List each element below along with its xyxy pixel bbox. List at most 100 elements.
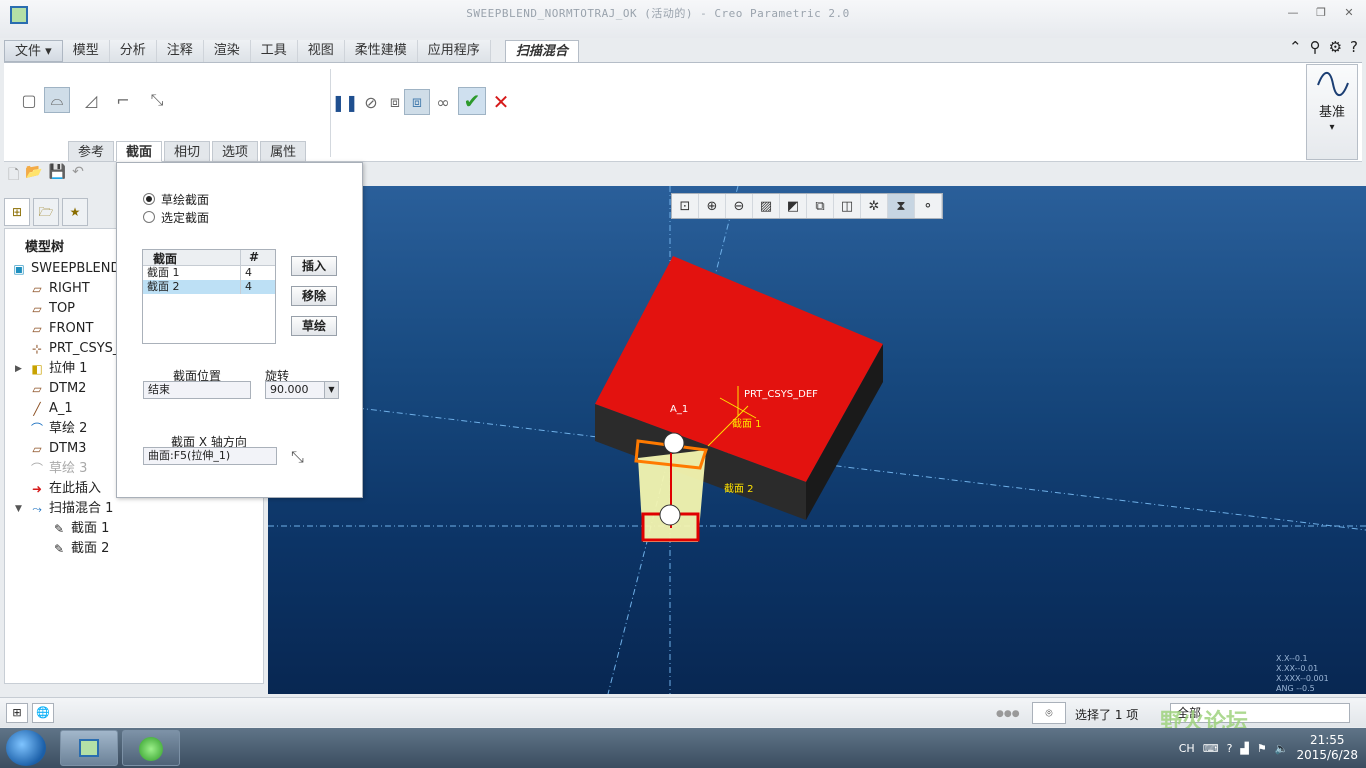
taskbar-browser-button[interactable] [122, 730, 180, 766]
language-indicator[interactable]: CH [1179, 742, 1195, 755]
tab-tools[interactable]: 工具 [250, 40, 298, 62]
sections-table: 截面 # 截面 1 4 截面 2 4 [142, 249, 276, 344]
tree-item-section2[interactable]: ✎ 截面 2 [51, 539, 109, 559]
minimize-icon[interactable]: — [1284, 6, 1302, 20]
x-axis-direction-field[interactable]: 曲面:F5(拉伸_1) [143, 447, 277, 465]
ok-check-icon[interactable]: ✔ [458, 87, 486, 115]
tab-model[interactable]: 模型 [62, 40, 110, 62]
tab-flexible-modeling[interactable]: 柔性建模 [344, 40, 418, 62]
annotation-display-icon[interactable]: ⧗ [888, 194, 915, 218]
save-icon[interactable]: 💾 [49, 164, 66, 184]
cancel-x-icon[interactable]: ✕ [488, 89, 514, 115]
folder-browser-tab-icon[interactable]: 🗁 [33, 198, 59, 226]
tab-applications[interactable]: 应用程序 [417, 40, 491, 62]
tree-item-sketch3[interactable]: ⌒ 草绘 3 [29, 459, 87, 479]
expand-arrow-icon[interactable]: ▶ [15, 359, 25, 379]
close-icon[interactable]: ✕ [1340, 6, 1358, 20]
tree-item-section1[interactable]: ✎ 截面 1 [51, 519, 109, 539]
new-file-icon[interactable]: 🗋 [8, 164, 19, 184]
tree-item-sketch2[interactable]: ⌒ 草绘 2 [29, 419, 87, 439]
clock[interactable]: 21:55 2015/6/28 [1296, 733, 1358, 763]
quick-access-toolbar: 🗋 📂 💾 ↶ [8, 164, 84, 184]
open-file-icon[interactable]: 📂 [25, 164, 42, 184]
settings-icon[interactable]: ⚙ [1329, 38, 1342, 56]
spin-center-icon[interactable]: ⚬ [915, 194, 942, 218]
thicken-icon[interactable]: ⌐ [110, 87, 136, 113]
display-style-icon[interactable]: ◩ [780, 194, 807, 218]
flip-direction-icon[interactable]: ⤡ [291, 447, 304, 467]
tab-properties[interactable]: 属性 [260, 141, 307, 162]
refit-icon[interactable]: ⊡ [672, 194, 699, 218]
browser-toggle-icon[interactable]: 🌐 [32, 703, 54, 723]
tree-item-right[interactable]: ▱ RIGHT [29, 279, 89, 299]
tree-item-extrude[interactable]: ▶ ◧ 拉伸 1 [15, 359, 87, 379]
zoom-out-icon[interactable]: ⊖ [726, 194, 753, 218]
section-location-field[interactable]: 结束 [143, 381, 251, 399]
radio-selected-section[interactable]: 选定截面 [143, 208, 209, 226]
ribbon-tabs: 文件 ▾ 模型 分析 注释 渲染 工具 视图 柔性建模 应用程序 扫描混合 [4, 40, 579, 63]
tab-sections[interactable]: 截面 [116, 141, 163, 162]
tree-item-dtm3[interactable]: ▱ DTM3 [29, 439, 86, 459]
repaint-icon[interactable]: ▨ [753, 194, 780, 218]
help-tray-icon[interactable]: ? [1227, 742, 1233, 755]
network-icon[interactable]: ▟ [1240, 742, 1248, 755]
insert-button[interactable]: 插入 [291, 256, 337, 276]
radio-sketched-section[interactable]: 草绘截面 [143, 190, 209, 208]
remove-button[interactable]: 移除 [291, 286, 337, 306]
model-tree-tab-icon[interactable]: ⊞ [4, 198, 30, 226]
tab-options[interactable]: 选项 [212, 141, 259, 162]
datum-button[interactable]: 基准 ▾ [1306, 64, 1358, 160]
glasses-icon[interactable]: ∞ [430, 89, 456, 115]
tree-item-top[interactable]: ▱ TOP [29, 299, 75, 319]
no-preview-icon[interactable]: ⊘ [358, 89, 384, 115]
chevron-down-icon[interactable]: ▼ [324, 382, 338, 398]
tree-item-label: 草绘 3 [49, 461, 88, 476]
flip-icon[interactable]: ⤡ [144, 87, 170, 113]
tab-annotate[interactable]: 注释 [156, 40, 204, 62]
find-icon[interactable]: ⌾ [1032, 702, 1066, 724]
restore-icon[interactable]: ❐ [1312, 6, 1330, 20]
tab-render[interactable]: 渲染 [203, 40, 251, 62]
surface-icon[interactable]: ⌓ [44, 87, 70, 113]
verify-icon[interactable]: ⧈ [404, 89, 430, 115]
table-row[interactable]: 截面 2 4 [143, 280, 275, 294]
remove-material-icon[interactable]: ◿ [78, 87, 104, 113]
collapse-ribbon-icon[interactable]: ⌃ [1289, 38, 1302, 56]
datum-display-icon[interactable]: ✲ [861, 194, 888, 218]
saved-views-icon[interactable]: ⧉ [807, 194, 834, 218]
tab-sweep-blend[interactable]: 扫描混合 [504, 40, 579, 63]
sketch-button[interactable]: 草绘 [291, 316, 337, 336]
search-icon[interactable]: ⚲ [1310, 38, 1321, 56]
section-count: 4 [245, 280, 252, 293]
tab-file[interactable]: 文件 ▾ [4, 40, 63, 62]
tree-item-csys[interactable]: ⊹ PRT_CSYS_D [29, 339, 129, 359]
favorites-tab-icon[interactable]: ★ [62, 198, 88, 226]
tab-references[interactable]: 参考 [68, 141, 115, 162]
taskbar-creo-button[interactable] [60, 730, 118, 766]
view-manager-icon[interactable]: ◫ [834, 194, 861, 218]
tab-tangency[interactable]: 相切 [164, 141, 211, 162]
flag-icon[interactable]: ⚑ [1257, 742, 1267, 755]
tree-item-dtm2[interactable]: ▱ DTM2 [29, 379, 86, 399]
help-icon[interactable]: ? [1350, 38, 1358, 56]
tab-analysis[interactable]: 分析 [109, 40, 157, 62]
tree-item-label: DTM2 [49, 381, 87, 396]
tree-item-sweep-blend[interactable]: ▼ ⤳ 扫描混合 1 [15, 499, 113, 519]
tab-view[interactable]: 视图 [297, 40, 345, 62]
pause-icon[interactable]: ❚❚ [332, 89, 359, 115]
solid-icon[interactable]: ▢ [16, 87, 42, 113]
zoom-in-icon[interactable]: ⊕ [699, 194, 726, 218]
start-button[interactable] [6, 730, 46, 766]
graphics-viewport[interactable]: PRT_CSYS_DEF 截面 1 截面 2 A_1 X.X--0.1 X.XX… [268, 186, 1366, 694]
keyboard-icon[interactable]: ⌨ [1203, 742, 1219, 755]
collapse-arrow-icon[interactable]: ▼ [15, 499, 25, 519]
tree-item-axis[interactable]: ╱ A_1 [29, 399, 72, 419]
navigator-toggle-icon[interactable]: ⊞ [6, 703, 28, 723]
undo-icon[interactable]: ↶ [72, 164, 84, 184]
tree-item-label: 在此插入 [49, 481, 102, 496]
tree-item-insert-here[interactable]: ➜ 在此插入 [29, 479, 101, 499]
rotation-select[interactable]: 90.000 ▼ [265, 381, 339, 399]
tree-item-front[interactable]: ▱ FRONT [29, 319, 93, 339]
volume-icon[interactable]: 🔈 [1275, 742, 1289, 755]
table-row[interactable]: 截面 1 4 [143, 266, 275, 280]
